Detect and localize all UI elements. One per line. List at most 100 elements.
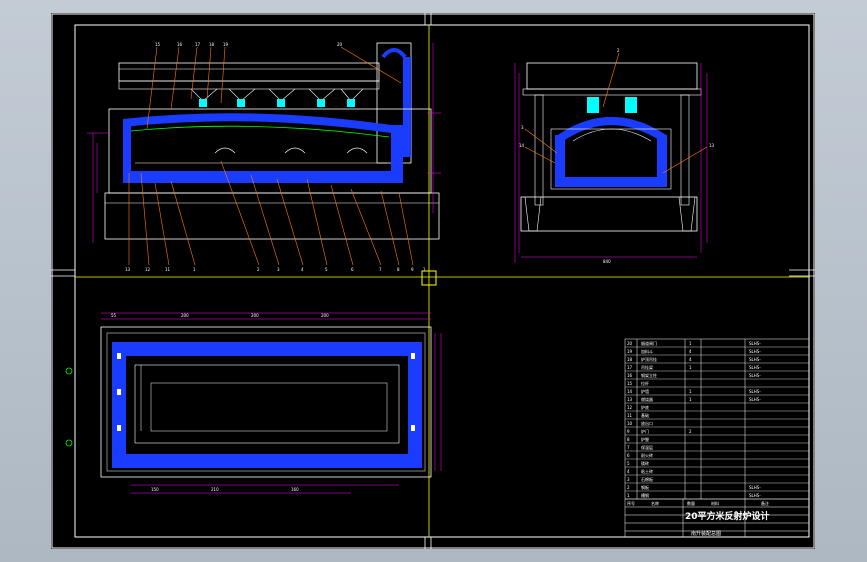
callout-b7: 5 (325, 267, 328, 272)
tb-row-no: 16 (627, 373, 633, 378)
tb-row-code: SLHS- (749, 341, 761, 346)
callout-b5: 3 (277, 267, 280, 272)
tb-row-no: 10 (627, 421, 633, 426)
binding-hole-1 (65, 367, 73, 375)
title-block-header: 序号 名称 数量 材料 备注 (627, 500, 769, 506)
tb-row-name: 石棉板 (641, 476, 653, 482)
plan-dim-2: 200 (251, 313, 259, 318)
tb-header-qty: 数量 (687, 500, 695, 506)
callout-17: 17 (195, 42, 201, 47)
side-callout-2: 2 (617, 48, 620, 53)
tb-row-name: 基础 (641, 412, 649, 418)
callout-16: 16 (177, 42, 183, 47)
tb-row-name: 钢板 (641, 484, 649, 490)
callout-b4: 2 (257, 267, 260, 272)
tb-header-material: 材料 (711, 500, 719, 506)
front-callouts-bottom: 13 12 11 1 2 3 4 5 6 7 8 9 1 (125, 267, 426, 272)
callout-15: 15 (155, 42, 161, 47)
plan-dim-5: 210 (211, 487, 219, 492)
tb-row-code: SLHS- (749, 373, 761, 378)
callout-19: 19 (223, 42, 229, 47)
tb-row-no: 7 (627, 445, 630, 450)
tb-row-no: 17 (627, 365, 633, 370)
tb-header-note: 备注 (761, 500, 769, 506)
callout-b9: 7 (379, 267, 382, 272)
tb-row-code: SLHS- (749, 349, 761, 354)
tb-header-name: 名称 (651, 500, 659, 506)
side-callout-3: 3 (521, 125, 524, 130)
tb-row-qty: 1 (689, 365, 692, 370)
tb-row-no: 19 (627, 349, 633, 354)
tb-row-name: 燃烧器 (641, 396, 653, 402)
callout-b0: 13 (125, 267, 131, 272)
callout-b6: 4 (301, 267, 304, 272)
tb-row-no: 6 (627, 453, 630, 458)
tb-header-no: 序号 (627, 500, 635, 506)
tb-row-code: SLHS- (749, 493, 761, 498)
tb-row-no: 18 (627, 357, 633, 362)
tb-row-qty: 2 (689, 429, 692, 434)
side-callout-14: 14 (519, 143, 525, 148)
tb-row-name: 加料斗 (641, 348, 653, 354)
tb-row-qty: 4 (689, 349, 692, 354)
tb-row-qty: 1 (689, 397, 692, 402)
tb-row-name: 槽钢 (641, 492, 649, 498)
front-callouts-top: 15 16 17 18 19 20 (155, 42, 343, 47)
drawing-title: 20平方米反射炉设计 (685, 510, 770, 522)
drawing-subtitle: 南升装配总图 (691, 530, 721, 537)
tb-row-qty: 1 (689, 389, 692, 394)
tb-row-no: 20 (627, 341, 633, 346)
plan-dim-1: 200 (181, 313, 189, 318)
tb-row-name: 放出口 (641, 420, 653, 426)
side-callout-13: 13 (709, 143, 715, 148)
tb-row-name: 镁砖 (641, 460, 649, 466)
tb-row-no: 1 (627, 493, 630, 498)
callout-20: 20 (337, 42, 343, 47)
tb-row-code: SLHS- (749, 389, 761, 394)
side-dim-bottom: 840 (603, 259, 611, 264)
callout-b1: 12 (145, 267, 151, 272)
tb-row-name: 粘土砖 (641, 468, 653, 474)
binding-hole-2 (65, 439, 73, 447)
tb-row-no: 4 (627, 469, 630, 474)
tb-row-no: 14 (627, 389, 633, 394)
tb-row-name: 炉顶吊挂 (641, 356, 657, 362)
callout-b2: 11 (165, 267, 171, 272)
callout-b3: 1 (193, 267, 196, 272)
drawing-svg: 15 16 17 18 19 20 13 12 11 1 2 3 4 5 6 7… (51, 13, 815, 549)
tb-row-no: 2 (627, 485, 630, 490)
plan-dim-6: 160 (291, 487, 299, 492)
callout-18: 18 (209, 42, 215, 47)
tb-row-name: 钢架立柱 (641, 372, 657, 378)
tb-row-code: SLHS- (749, 485, 761, 490)
tb-row-name: 炉膛 (641, 436, 649, 442)
tb-row-name: 烟道闸门 (641, 340, 657, 346)
plan-view (100, 312, 442, 494)
tb-row-name: 吊挂梁 (641, 364, 653, 370)
callout-b8: 6 (351, 267, 354, 272)
title-block-rows: 20 烟道闸门 1 SLHS-19 加料斗 4 SLHS-18 炉顶吊挂 4 SLHS-17 吊挂梁… (625, 340, 809, 500)
tb-row-qty: 1 (689, 341, 692, 346)
tb-row-code: SLHS- (749, 357, 761, 362)
front-view (87, 42, 441, 266)
tb-row-no: 9 (627, 429, 630, 434)
tb-row-name: 耐火砖 (641, 452, 653, 458)
tb-row-code: SLHS- (749, 365, 761, 370)
tb-row-name: 炉底 (641, 404, 649, 410)
tb-row-name: 炉门 (641, 428, 649, 434)
tb-row-no: 3 (627, 477, 630, 482)
plan-dim-0: 55 (111, 313, 117, 318)
tb-row-no: 8 (627, 437, 630, 442)
side-view (514, 52, 708, 263)
plan-dim-4: 150 (151, 487, 159, 492)
tb-row-code: SLHS- (749, 397, 761, 402)
drawing-canvas[interactable]: 15 16 17 18 19 20 13 12 11 1 2 3 4 5 6 7… (51, 13, 815, 549)
tb-row-name: 拉杆 (641, 380, 649, 386)
tb-row-name: 炉墙 (641, 388, 649, 394)
tb-row-no: 13 (627, 397, 633, 402)
tb-row-name: 保温层 (641, 444, 653, 450)
tb-row-no: 15 (627, 381, 633, 386)
tb-row-qty: 4 (689, 357, 692, 362)
callout-b10: 8 (397, 267, 400, 272)
tb-row-no: 12 (627, 405, 633, 410)
